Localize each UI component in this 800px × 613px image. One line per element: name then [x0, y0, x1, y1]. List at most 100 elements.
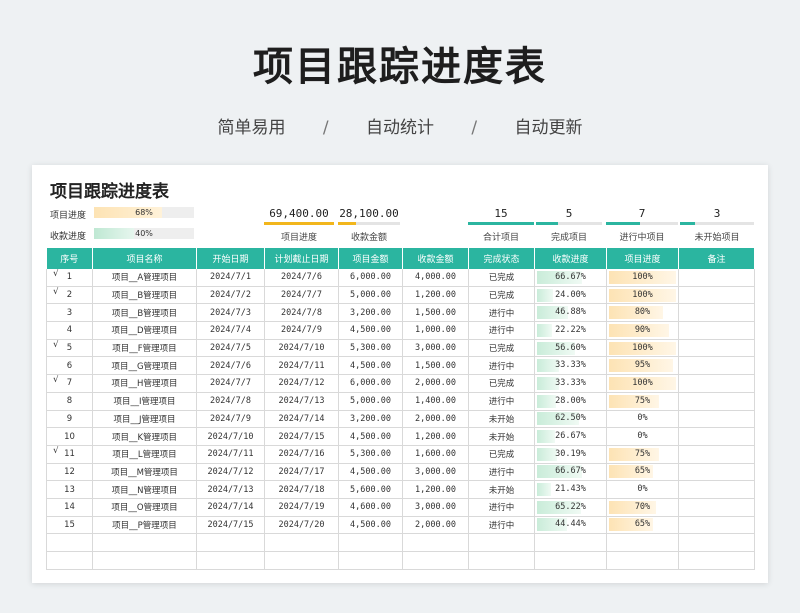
cell-empty[interactable] — [196, 533, 265, 552]
cell-start-date[interactable]: 2024/7/11 — [196, 445, 265, 464]
cell-status[interactable]: 未开始 — [468, 427, 535, 446]
cell-deadline[interactable]: 2024/7/9 — [264, 321, 339, 340]
cell-status[interactable]: 进行中 — [468, 392, 535, 411]
cell-amount[interactable]: 4,500.00 — [338, 516, 403, 535]
cell-status[interactable]: 已完成 — [468, 269, 535, 287]
table-row[interactable]: √ 11 项目__L管理项目 2024/7/11 2024/7/16 5,300.00 1,… — [46, 445, 755, 464]
cell-deadline[interactable]: 2024/7/14 — [264, 410, 339, 429]
cell-deadline[interactable]: 2024/7/20 — [264, 516, 339, 535]
cell-pay-progress[interactable]: 30.19% — [534, 445, 607, 464]
cell-note[interactable] — [678, 463, 755, 482]
cell-deadline[interactable]: 2024/7/8 — [264, 303, 339, 323]
cell-paid[interactable]: 1,500.00 — [402, 303, 469, 323]
cell-empty[interactable] — [196, 551, 265, 570]
cell-project-name[interactable]: 项目__L管理项目 — [92, 445, 197, 464]
cell-note[interactable] — [678, 374, 755, 393]
cell-seq[interactable]: 3 — [46, 303, 93, 323]
cell-pay-progress[interactable]: 21.43% — [534, 480, 607, 499]
cell-status[interactable]: 进行中 — [468, 463, 535, 482]
cell-project-name[interactable]: 项目__H管理项目 — [92, 374, 197, 393]
cell-status[interactable]: 已完成 — [468, 445, 535, 464]
cell-seq[interactable]: 13 — [46, 480, 93, 499]
cell-seq[interactable]: 6 — [46, 356, 93, 376]
cell-deadline[interactable]: 2024/7/6 — [264, 269, 339, 287]
cell-note[interactable] — [678, 286, 755, 305]
cell-seq[interactable]: 10 — [46, 427, 93, 446]
cell-project-name[interactable]: 项目__D管理项目 — [92, 321, 197, 340]
cell-project-progress[interactable]: 0% — [606, 480, 679, 499]
cell-deadline[interactable]: 2024/7/7 — [264, 286, 339, 305]
cell-note[interactable] — [678, 339, 755, 358]
cell-project-progress[interactable]: 90% — [606, 321, 679, 340]
cell-project-progress[interactable]: 0% — [606, 410, 679, 429]
cell-deadline[interactable]: 2024/7/11 — [264, 356, 339, 376]
table-row[interactable]: 12 项目__M管理项目 2024/7/12 2024/7/17 4,500.00 3,0… — [46, 463, 755, 482]
cell-status[interactable]: 进行中 — [468, 303, 535, 323]
table-row[interactable]: 10 项目__K管理项目 2024/7/10 2024/7/15 4,500.00 1,2… — [46, 427, 755, 446]
cell-amount[interactable]: 6,000.00 — [338, 269, 403, 287]
cell-pay-progress[interactable]: 56.60% — [534, 339, 607, 358]
cell-amount[interactable]: 5,600.00 — [338, 480, 403, 499]
col-header-deadline[interactable]: 计划截止日期 — [264, 248, 339, 269]
cell-project-name[interactable]: 项目__I管理项目 — [92, 392, 197, 411]
cell-seq[interactable]: √ 7 — [46, 374, 93, 393]
cell-project-progress[interactable]: 0% — [606, 427, 679, 446]
cell-start-date[interactable]: 2024/7/13 — [196, 480, 265, 499]
cell-empty[interactable] — [402, 551, 469, 570]
cell-start-date[interactable]: 2024/7/2 — [196, 286, 265, 305]
cell-paid[interactable]: 1,500.00 — [402, 356, 469, 376]
cell-pay-progress[interactable]: 66.67% — [534, 269, 607, 287]
cell-deadline[interactable]: 2024/7/18 — [264, 480, 339, 499]
cell-project-progress[interactable]: 65% — [606, 516, 679, 535]
cell-empty[interactable] — [46, 551, 93, 570]
cell-project-progress[interactable]: 75% — [606, 392, 679, 411]
cell-seq[interactable]: √ 5 — [46, 339, 93, 358]
cell-seq[interactable]: 14 — [46, 498, 93, 517]
cell-note[interactable] — [678, 321, 755, 340]
cell-project-name[interactable]: 项目__G管理项目 — [92, 356, 197, 376]
cell-status[interactable]: 已完成 — [468, 339, 535, 358]
cell-empty[interactable] — [468, 533, 535, 552]
cell-project-name[interactable]: 项目__F管理项目 — [92, 339, 197, 358]
table-row[interactable]: 4 项目__D管理项目 2024/7/4 2024/7/9 4,500.00 1,000.… — [46, 321, 755, 340]
cell-empty[interactable] — [606, 551, 679, 570]
cell-deadline[interactable]: 2024/7/13 — [264, 392, 339, 411]
cell-empty[interactable] — [338, 551, 403, 570]
cell-status[interactable]: 已完成 — [468, 286, 535, 305]
cell-note[interactable] — [678, 356, 755, 376]
cell-start-date[interactable]: 2024/7/1 — [196, 269, 265, 287]
cell-project-progress[interactable]: 80% — [606, 303, 679, 323]
cell-amount[interactable]: 3,200.00 — [338, 410, 403, 429]
cell-project-progress[interactable]: 70% — [606, 498, 679, 517]
col-header-status[interactable]: 完成状态 — [468, 248, 535, 269]
cell-paid[interactable]: 4,000.00 — [402, 269, 469, 287]
cell-note[interactable] — [678, 410, 755, 429]
cell-pay-progress[interactable]: 33.33% — [534, 356, 607, 376]
cell-amount[interactable]: 4,500.00 — [338, 463, 403, 482]
cell-deadline[interactable]: 2024/7/17 — [264, 463, 339, 482]
cell-pay-progress[interactable]: 33.33% — [534, 374, 607, 393]
cell-start-date[interactable]: 2024/7/7 — [196, 374, 265, 393]
cell-project-progress[interactable]: 100% — [606, 339, 679, 358]
cell-project-name[interactable]: 项目__B管理项目 — [92, 303, 197, 323]
table-row[interactable]: 13 项目__N管理项目 2024/7/13 2024/7/18 5,600.00 1,2… — [46, 480, 755, 499]
cell-start-date[interactable]: 2024/7/10 — [196, 427, 265, 446]
cell-note[interactable] — [678, 269, 755, 287]
table-row[interactable]: √ 1 项目__A管理项目 2024/7/1 2024/7/6 6,000.00 4,000… — [46, 269, 755, 287]
col-header-pay-progress[interactable]: 收款进度 — [534, 248, 607, 269]
cell-seq[interactable]: √ 11 — [46, 445, 93, 464]
cell-note[interactable] — [678, 303, 755, 323]
cell-seq[interactable]: 9 — [46, 410, 93, 429]
cell-empty[interactable] — [534, 533, 607, 552]
cell-empty[interactable] — [468, 551, 535, 570]
table-row-empty[interactable] — [46, 551, 755, 570]
col-header-note[interactable]: 备注 — [678, 248, 755, 269]
cell-amount[interactable]: 6,000.00 — [338, 374, 403, 393]
cell-paid[interactable]: 1,200.00 — [402, 480, 469, 499]
cell-seq[interactable]: 15 — [46, 516, 93, 535]
cell-project-progress[interactable]: 75% — [606, 445, 679, 464]
cell-start-date[interactable]: 2024/7/6 — [196, 356, 265, 376]
col-header-project-progress[interactable]: 项目进度 — [606, 248, 679, 269]
cell-status[interactable]: 进行中 — [468, 516, 535, 535]
cell-paid[interactable]: 1,400.00 — [402, 392, 469, 411]
